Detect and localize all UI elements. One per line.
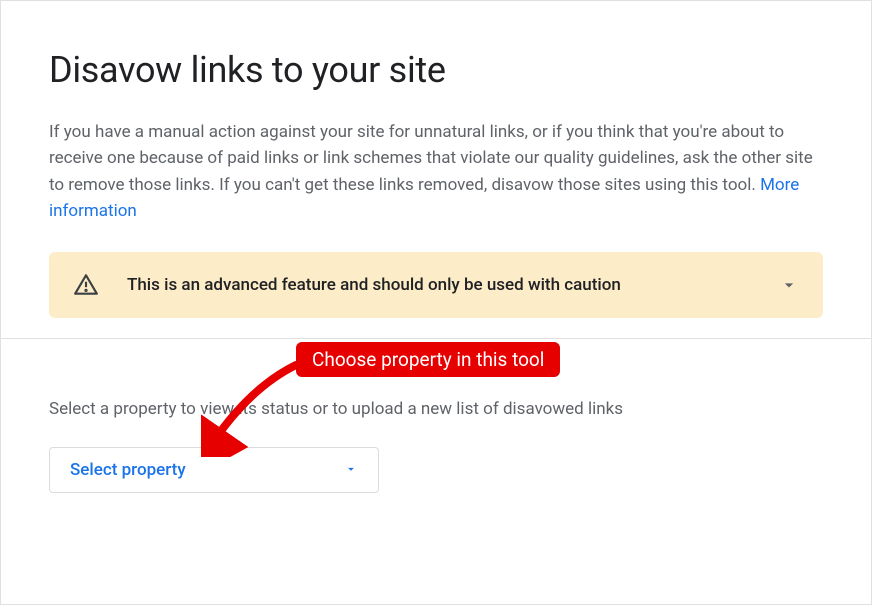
annotation-label: Choose property in this tool	[296, 342, 560, 377]
select-property-label: Select property	[70, 460, 186, 480]
select-property-dropdown[interactable]: Select property	[49, 447, 379, 493]
warning-banner[interactable]: This is an advanced feature and should o…	[49, 252, 823, 318]
dropdown-arrow-icon	[344, 461, 358, 480]
warning-triangle-icon	[73, 272, 99, 298]
description-body: If you have a manual action against your…	[49, 122, 813, 195]
page-title: Disavow links to your site	[49, 49, 823, 91]
chevron-down-icon	[779, 275, 799, 295]
select-instruction: Select a property to view its status or …	[49, 399, 823, 419]
warning-message: This is an advanced feature and should o…	[127, 275, 751, 295]
description-text: If you have a manual action against your…	[49, 119, 823, 224]
